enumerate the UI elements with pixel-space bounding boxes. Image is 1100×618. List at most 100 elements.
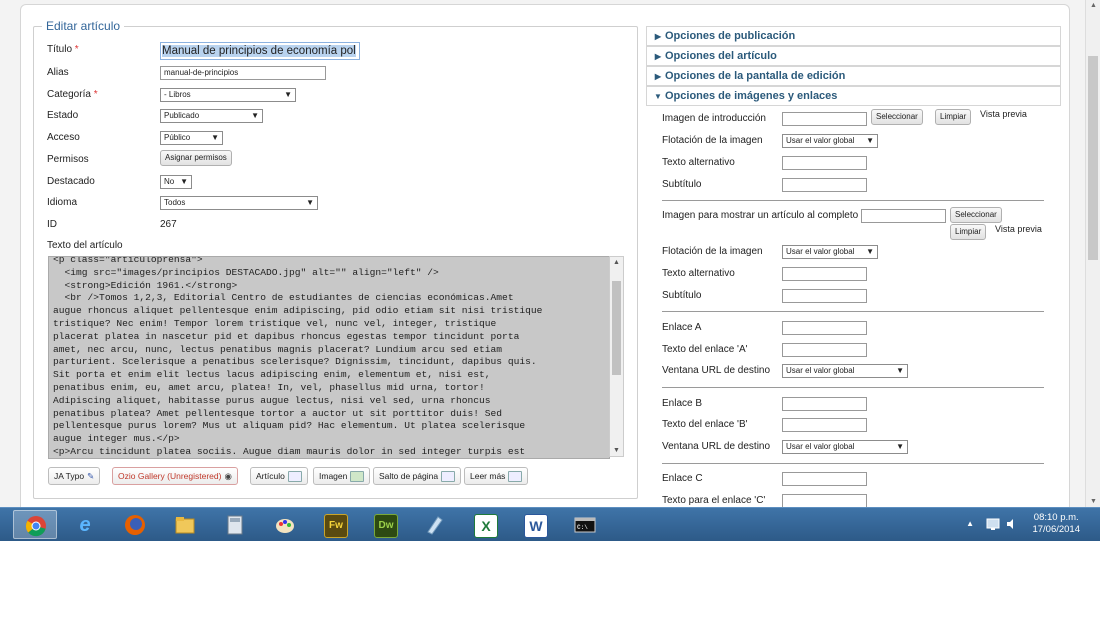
images-links-options-header[interactable]: ▼ Opciones de imágenes y enlaces	[646, 86, 1061, 106]
link-b-input[interactable]	[782, 397, 867, 411]
volume-icon[interactable]	[1006, 518, 1018, 530]
page-scrollbar[interactable]: ▲ ▼	[1085, 0, 1100, 507]
editor-scrollbar-thumb[interactable]	[612, 281, 621, 375]
category-label: Categoría *	[47, 89, 98, 100]
intro-image-float-select[interactable]: Usar el valor global ▼	[782, 134, 878, 148]
page-break-button[interactable]: Salto de página	[373, 467, 462, 485]
intro-image-preview[interactable]: Vista previa	[980, 109, 1027, 119]
full-image-clear-button[interactable]: Limpiar	[950, 224, 987, 240]
full-image-input[interactable]	[861, 209, 946, 223]
full-caption-input[interactable]	[782, 289, 867, 303]
chevron-down-icon: ▼	[866, 247, 874, 256]
link-a-input[interactable]	[782, 321, 867, 335]
access-select[interactable]: Público ▼	[160, 131, 223, 145]
scroll-down-icon[interactable]: ▼	[613, 447, 620, 454]
full-image-float-select[interactable]: Usar el valor global ▼	[782, 245, 878, 259]
scroll-down-icon[interactable]: ▼	[1090, 498, 1097, 505]
id-value: 267	[160, 219, 177, 230]
read-more-button[interactable]: Leer más	[464, 467, 529, 485]
fieldset-legend: Editar artículo	[42, 19, 125, 33]
triangle-down-icon: ▼	[654, 92, 662, 101]
link-c-label: Enlace C	[662, 473, 703, 484]
ie-icon: e	[79, 514, 91, 536]
full-alt-text-label: Texto alternativo	[662, 268, 735, 279]
taskbar-cmd[interactable]: C:\	[563, 510, 607, 539]
svg-text:C:\: C:\	[577, 524, 588, 531]
link-b-target-select[interactable]: Usar el valor global ▼	[782, 440, 908, 454]
alias-input[interactable]: manual-de-principios	[160, 66, 326, 80]
taskbar-explorer[interactable]	[163, 510, 207, 539]
featured-select[interactable]: No ▼	[160, 175, 192, 189]
chevron-down-icon: ▼	[284, 90, 292, 99]
article-button[interactable]: Artículo	[250, 467, 308, 485]
taskbar-dreamweaver[interactable]: Dw	[363, 510, 407, 539]
link-b-text-input[interactable]	[782, 418, 867, 432]
explorer-icon	[175, 517, 195, 534]
link-b-label: Enlace B	[662, 398, 703, 409]
chevron-down-icon: ▼	[306, 198, 314, 207]
full-alt-text-input[interactable]	[782, 267, 867, 281]
permissions-label: Permisos	[47, 154, 89, 165]
scroll-up-icon[interactable]: ▲	[613, 259, 620, 266]
chevron-down-icon: ▼	[866, 136, 874, 145]
image-icon	[350, 471, 365, 483]
id-label: ID	[47, 219, 57, 230]
full-image-select-button[interactable]: Seleccionar	[950, 207, 1002, 223]
taskbar-ie[interactable]: e	[63, 510, 107, 539]
chevron-down-icon: ▼	[896, 366, 904, 375]
taskbar-firefox[interactable]	[113, 510, 157, 539]
taskbar-paint[interactable]	[263, 510, 307, 539]
separator	[662, 387, 1044, 388]
dreamweaver-icon: Dw	[374, 514, 398, 538]
title-input[interactable]: Manual de principios de economía pol	[160, 42, 360, 60]
chevron-down-icon: ▼	[251, 111, 259, 120]
scroll-up-icon[interactable]: ▲	[1090, 2, 1097, 9]
link-a-target-select[interactable]: Usar el valor global ▼	[782, 364, 908, 378]
link-c-text-input[interactable]	[782, 494, 867, 507]
full-image-preview[interactable]: Vista previa	[995, 224, 1042, 234]
article-options-header[interactable]: ▶ Opciones del artículo	[646, 46, 1061, 66]
clock-date: 17/06/2014	[1032, 524, 1080, 535]
ja-typo-button[interactable]: JA Typo ✎	[48, 467, 101, 485]
link-a-label: Enlace A	[662, 322, 702, 333]
read-more-icon	[508, 471, 523, 483]
ozio-gallery-button[interactable]: Ozio Gallery (Unregistered) ◉	[112, 467, 238, 485]
triangle-right-icon: ▶	[654, 32, 662, 41]
triangle-right-icon: ▶	[654, 52, 662, 61]
intro-alt-text-input[interactable]	[782, 156, 867, 170]
taskbar-excel[interactable]: X	[463, 510, 507, 539]
editor-content: <p class="articuloprensa"> <img src="ima…	[53, 256, 543, 457]
language-select[interactable]: Todos ▼	[160, 196, 318, 210]
state-select[interactable]: Publicado ▼	[160, 109, 263, 123]
full-image-float-label: Flotación de la imagen	[662, 246, 763, 257]
intro-image-clear-button[interactable]: Limpiar	[935, 109, 972, 125]
taskbar-word[interactable]: W	[513, 510, 557, 539]
show-hidden-icons-icon[interactable]: ▲	[966, 519, 974, 528]
network-icon[interactable]	[986, 517, 1000, 531]
publishing-options-header[interactable]: ▶ Opciones de publicación	[646, 26, 1061, 46]
taskbar-chrome[interactable]	[13, 510, 57, 539]
article-text-editor[interactable]: <p class="articuloprensa"> <img src="ima…	[48, 256, 610, 459]
assign-permissions-button[interactable]: Asignar permisos	[160, 150, 232, 166]
taskbar-flash[interactable]	[413, 510, 457, 539]
system-clock[interactable]: 08:10 p.m. 17/06/2014	[1032, 512, 1080, 536]
article-icon	[287, 471, 302, 483]
category-select[interactable]: - Libros ▼	[160, 88, 296, 102]
taskbar-fireworks[interactable]: Fw	[313, 510, 357, 539]
clock-time: 08:10 p.m.	[1033, 512, 1079, 523]
state-label: Estado	[47, 110, 79, 121]
page-break-icon	[441, 471, 456, 483]
edit-screen-options-header[interactable]: ▶ Opciones de la pantalla de edición	[646, 66, 1061, 86]
link-c-input[interactable]	[782, 472, 867, 486]
intro-image-input[interactable]	[782, 112, 867, 126]
page-scrollbar-thumb[interactable]	[1088, 56, 1098, 260]
intro-caption-input[interactable]	[782, 178, 867, 192]
link-b-text-label: Texto del enlace 'B'	[662, 419, 748, 430]
image-button[interactable]: Imagen	[313, 467, 371, 485]
taskbar-calculator[interactable]	[213, 510, 257, 539]
full-caption-label: Subtítulo	[662, 290, 702, 301]
cmd-icon: C:\	[574, 517, 596, 533]
link-a-text-input[interactable]	[782, 343, 867, 357]
intro-image-select-button[interactable]: Seleccionar	[871, 109, 923, 125]
editor-scrollbar[interactable]: ▲ ▼	[609, 256, 624, 457]
